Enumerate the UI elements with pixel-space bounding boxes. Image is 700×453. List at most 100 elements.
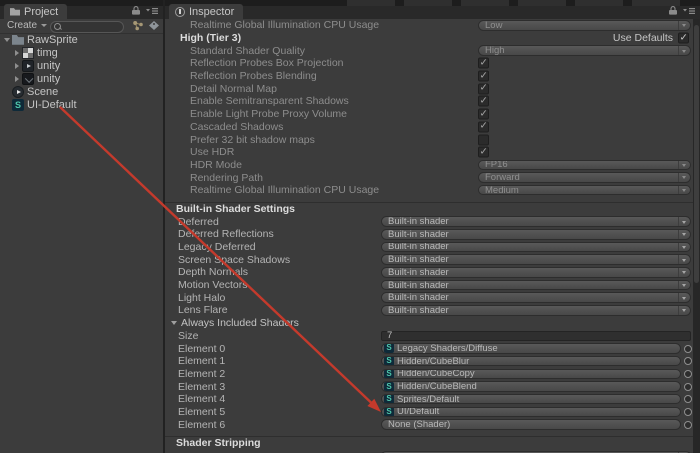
setting-label: HDR Mode [190,159,242,171]
dropdown[interactable]: Built-in shader [381,254,691,265]
tree-item[interactable]: unity [0,59,163,72]
dropdown[interactable]: Built-in shader [381,292,691,303]
dropdown[interactable]: High [478,45,691,56]
foldout-arrow-icon [3,85,12,98]
dropdown[interactable]: Built-in shader [381,267,691,278]
object-picker-icon[interactable] [684,395,692,403]
object-field-value: None (Shader) [382,419,680,430]
object-picker-icon[interactable] [684,345,692,353]
project-tab[interactable]: Project [4,4,67,19]
object-field-value: Hidden/CubeCopy [394,369,680,380]
checkbox[interactable] [478,96,489,107]
checkbox[interactable] [478,134,489,145]
dropdown[interactable]: Built-in shader [381,242,691,253]
dropdown-value: Built-in shader [382,292,678,303]
object-field[interactable]: Sprites/Default [381,394,681,405]
settings-row: Size 7 [165,330,693,343]
object-field[interactable]: None (Shader) [381,419,681,430]
dropdown-arrow-icon [678,186,690,195]
tree-item[interactable]: unity [0,72,163,85]
search-input[interactable] [61,22,123,31]
object-picker-icon[interactable] [684,357,692,365]
dropdown[interactable]: Built-in shader [381,229,691,240]
dropdown[interactable]: FP16 [478,160,691,171]
settings-row: Cascaded Shadows [165,121,693,134]
dropdown[interactable]: Medium [478,185,691,196]
tab-menu-icon[interactable] [146,7,158,15]
inspector-tabbar: Inspector [165,0,700,19]
foldout-arrow-icon[interactable] [13,59,22,72]
object-field[interactable]: Hidden/CubeBlend [381,381,681,392]
foldout-arrow-icon[interactable] [13,46,22,59]
setting-label: Cascaded Shadows [190,121,283,133]
object-field[interactable]: Legacy Shaders/Diffuse [381,343,681,354]
object-picker-icon[interactable] [684,383,692,391]
dropdown[interactable]: Forward [478,172,691,183]
checkbox[interactable] [478,58,489,69]
inspector-tab-icon [175,7,185,17]
project-tab-icon [10,7,20,16]
checkbox[interactable] [478,121,489,132]
foldout-arrow-icon[interactable] [13,72,22,85]
dropdown[interactable]: Built-in shader [381,280,691,291]
section-header-row: Shader Stripping [165,436,693,450]
scrollbar-thumb[interactable] [694,25,699,283]
foldout-row[interactable]: Always Included Shaders [165,317,693,330]
dropdown[interactable]: Built-in shader [381,305,691,316]
shader-icon [384,394,394,404]
settings-row: Reflection Probes Box Projection [165,57,693,70]
dropdown-arrow-icon [678,46,690,55]
use-defaults-label: Use Defaults [613,32,673,44]
setting-label: Standard Shader Quality [190,45,305,57]
shader-icon [384,356,394,366]
setting-label: Realtime Global Illumination CPU Usage [190,184,379,196]
tree-item[interactable]: timg [0,46,163,59]
element-label: Element 2 [178,368,225,380]
tree-item[interactable]: UI-Default [0,98,163,111]
settings-row: Light Halo Built-in shader [165,291,693,304]
tree-item[interactable]: Scene [0,85,163,98]
tab-menu-icon[interactable] [683,7,695,15]
search-by-label-icon[interactable] [148,20,160,31]
setting-label: Enable Semitransparent Shadows [190,95,349,107]
foldout-label: Always Included Shaders [181,317,299,329]
dropdown-value: Medium [479,185,678,196]
inspector-rows: Realtime Global Illumination CPU Usage L… [165,19,693,453]
object-field[interactable]: UI/Default [381,407,681,418]
object-picker-icon[interactable] [684,370,692,378]
checkbox[interactable] [478,109,489,120]
lock-icon[interactable] [132,6,140,15]
lock-icon[interactable] [669,6,677,15]
search-by-type-icon[interactable] [132,20,144,31]
use-defaults-checkbox[interactable] [678,33,689,44]
checkbox[interactable] [478,147,489,158]
object-picker-icon[interactable] [684,421,692,429]
shader-element-row: Element 4 Sprites/Default [165,393,693,406]
project-tab-label: Project [24,6,58,18]
asset-icon [22,73,34,85]
setting-label: Detail Normal Map [190,83,277,95]
object-field[interactable]: Hidden/CubeBlur [381,356,681,367]
object-field[interactable]: Hidden/CubeCopy [381,369,681,380]
tier-header-row: High (Tier 3) Use Defaults [165,32,693,45]
dropdown[interactable]: Low [478,20,691,31]
dropdown[interactable]: Built-in shader [381,216,691,227]
int-field[interactable]: 7 [381,331,691,342]
tree-item[interactable]: RawSprite [0,33,163,46]
tree-item-label: timg [37,47,58,59]
section-title: Shader Stripping [176,437,261,449]
settings-row: Realtime Global Illumination CPU Usage L… [165,19,693,32]
setting-label: Prefer 32 bit shadow maps [190,134,315,146]
object-picker-icon[interactable] [684,408,692,416]
foldout-arrow-icon[interactable] [3,33,12,46]
inspector-tab[interactable]: Inspector [169,4,243,19]
create-button[interactable]: Create [4,20,50,31]
checkbox[interactable] [478,71,489,82]
shader-icon [384,382,394,392]
setting-label: Rendering Path [190,172,263,184]
dropdown-value: Built-in shader [382,242,678,253]
project-toolbar: Create [0,19,163,34]
checkbox[interactable] [478,83,489,94]
object-field-value: Hidden/CubeBlur [394,356,680,367]
settings-row: Prefer 32 bit shadow maps [165,133,693,146]
